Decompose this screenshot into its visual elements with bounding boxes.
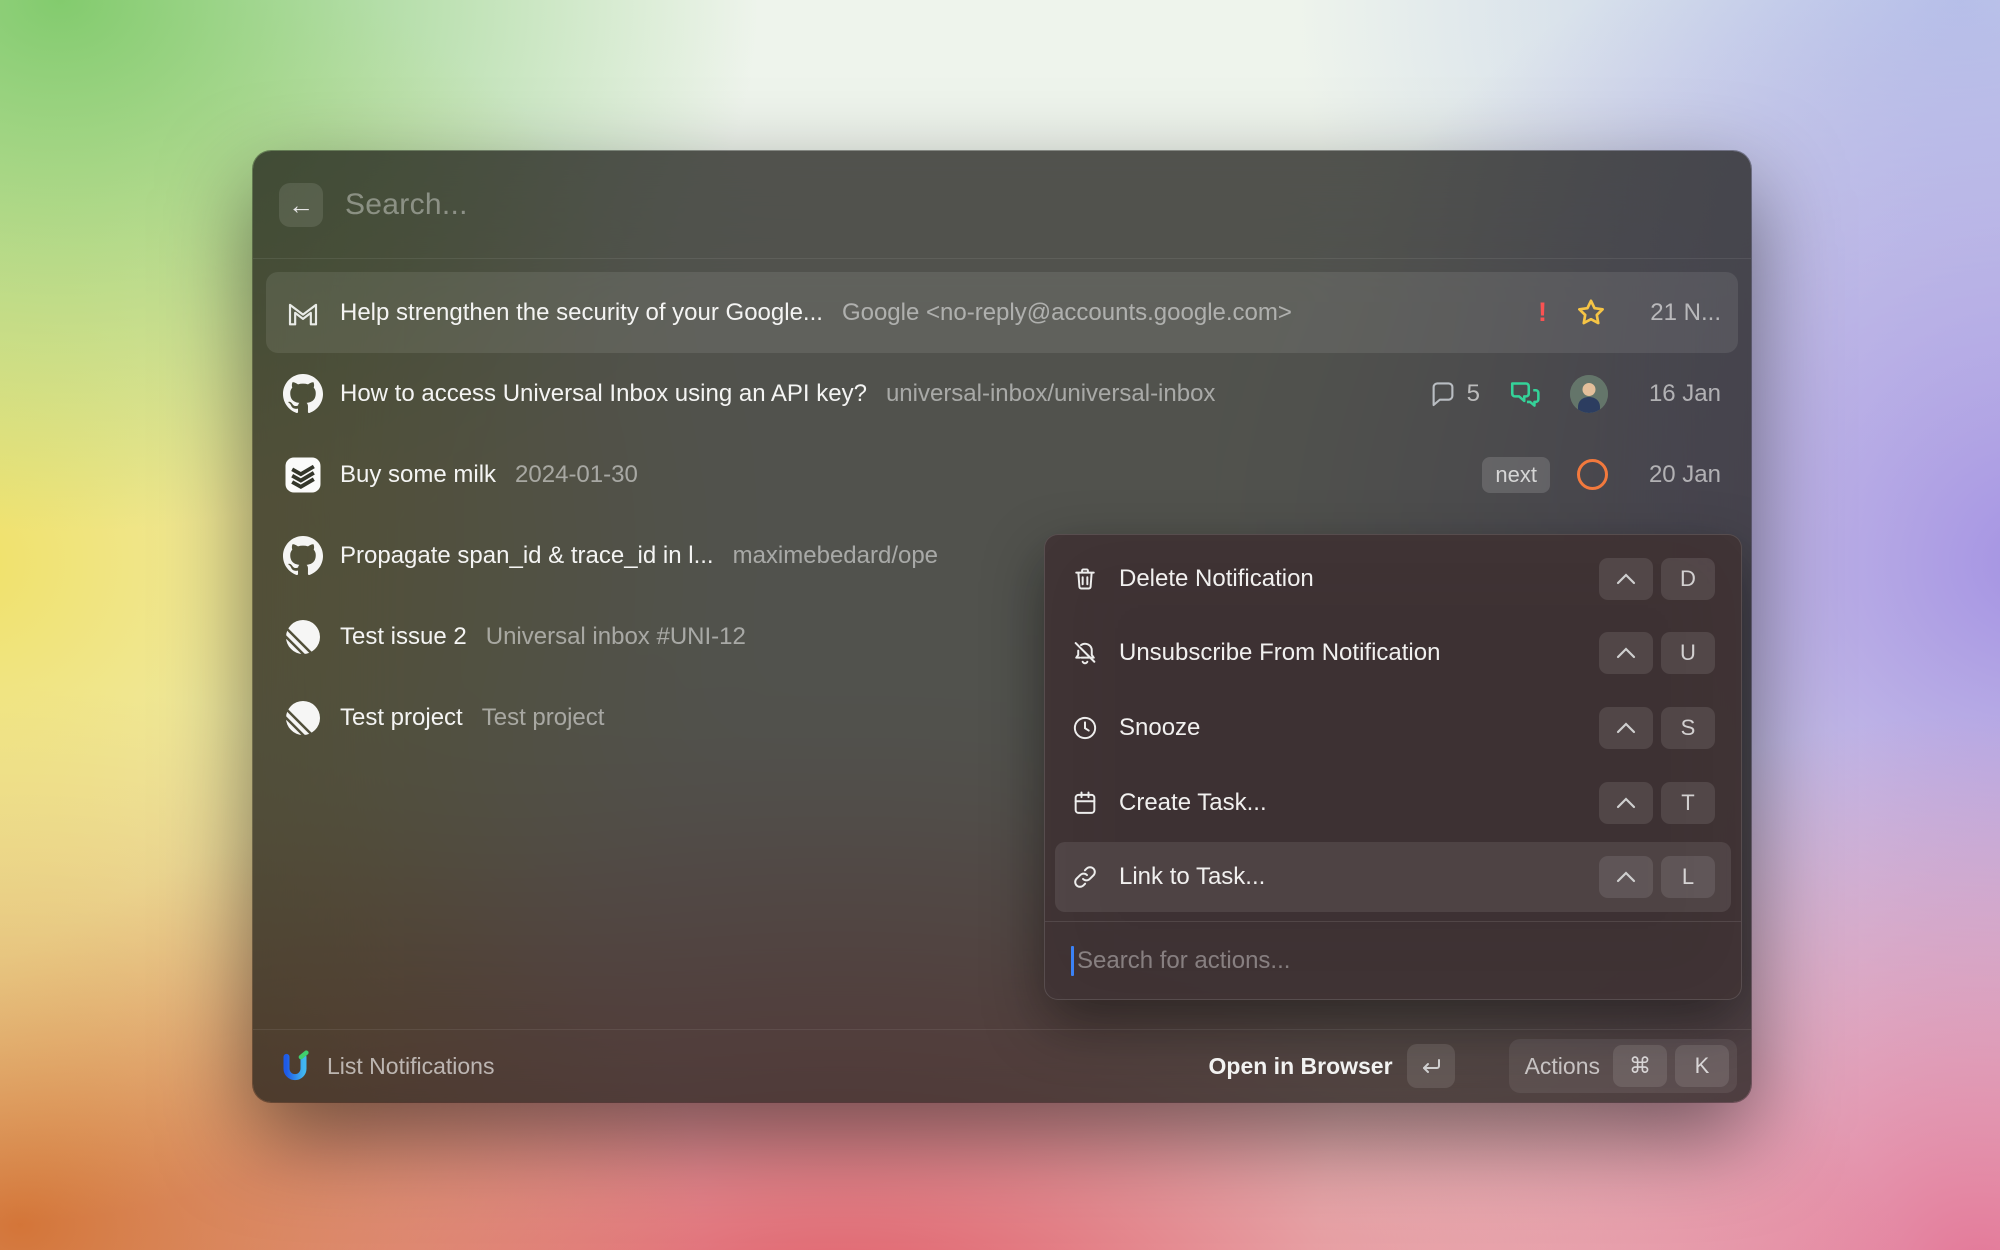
shortcut-key: U [1661,632,1715,674]
row-subtitle: Test project [482,704,605,732]
menu-item-link-to-task[interactable]: Link to Task... L [1055,842,1731,912]
menu-item-label: Unsubscribe From Notification [1119,639,1579,667]
row-date: 20 Jan [1635,461,1721,489]
row-subtitle: Google <no-reply@accounts.google.com> [842,299,1292,327]
todoist-icon [283,455,323,495]
bell-slash-icon [1071,639,1099,667]
todoist-status-icon [1577,459,1608,490]
row-title: Buy some milk [340,461,496,489]
row-title: How to access Universal Inbox using an A… [340,380,867,408]
search-header: ← Search... [253,151,1751,259]
github-icon [283,374,323,414]
menu-item-snooze[interactable]: Snooze S [1055,693,1731,763]
comment-icon [1428,379,1458,409]
link-icon [1071,863,1099,891]
back-arrow-icon: ← [288,192,314,218]
ctrl-key-icon [1599,856,1653,898]
menu-item-delete-notification[interactable]: Delete Notification D [1055,544,1731,614]
github-icon [283,536,323,576]
calendar-icon [1071,789,1099,817]
row-subtitle: maximebedard/ope [733,542,938,570]
menu-item-create-task[interactable]: Create Task... T [1055,768,1731,838]
comment-count: 5 [1467,380,1480,408]
launcher-window: ← Search... Help strengthen the security… [253,151,1751,1102]
linear-icon [283,617,323,657]
menu-item-label: Snooze [1119,714,1579,742]
desktop-background: { "search": { "placeholder": "Search..."… [0,0,2000,1250]
ctrl-key-icon [1599,782,1653,824]
menu-item-label: Link to Task... [1119,863,1579,891]
ctrl-key-icon [1599,707,1653,749]
text-cursor [1071,946,1074,976]
row-title: Test issue 2 [340,623,467,651]
ctrl-key-icon [1599,558,1653,600]
ctrl-key-icon [1599,632,1653,674]
k-key: K [1675,1045,1729,1087]
row-date: 16 Jan [1635,380,1721,408]
command-key: ⌘ [1613,1045,1667,1087]
discussion-icon [1507,376,1543,412]
row-title: Help strengthen the security of your Goo… [340,299,823,327]
row-subtitle: Universal inbox #UNI-12 [486,623,746,651]
actions-search-input[interactable]: Search for actions... [1045,921,1741,999]
linear-icon [283,698,323,738]
actions-popup: Delete Notification D Unsubscribe From N… [1044,534,1742,1000]
menu-item-unsubscribe[interactable]: Unsubscribe From Notification U [1055,618,1731,688]
back-button[interactable]: ← [279,183,323,227]
trash-icon [1071,565,1099,593]
row-date: 21 N... [1635,299,1721,327]
shortcut-key: T [1661,782,1715,824]
row-title: Propagate span_id & trace_id in l... [340,542,714,570]
return-key-icon [1407,1044,1455,1088]
row-subtitle: universal-inbox/universal-inbox [886,380,1216,408]
avatar [1570,375,1608,413]
search-input[interactable]: Search... [345,188,1725,222]
star-icon [1574,296,1608,330]
tag-badge: next [1482,457,1550,493]
clock-icon [1071,714,1099,742]
primary-action-label[interactable]: Open in Browser [1209,1053,1393,1080]
actions-button[interactable]: Actions ⌘ K [1509,1039,1737,1093]
actions-search-placeholder: Search for actions... [1077,947,1290,975]
shortcut-key: S [1661,707,1715,749]
row-subtitle: 2024-01-30 [515,461,638,489]
notification-row-gmail[interactable]: Help strengthen the security of your Goo… [266,272,1738,353]
gmail-icon [283,293,323,333]
actions-label: Actions [1525,1053,1600,1080]
menu-item-label: Delete Notification [1119,565,1579,593]
important-icon: ! [1538,297,1547,328]
universal-inbox-logo-icon [279,1049,311,1083]
notification-row-todoist[interactable]: Buy some milk 2024-01-30 next 20 Jan [266,434,1738,515]
row-title: Test project [340,704,463,732]
notification-row-github[interactable]: How to access Universal Inbox using an A… [266,353,1738,434]
shortcut-key: D [1661,558,1715,600]
menu-item-label: Create Task... [1119,789,1579,817]
shortcut-key: L [1661,856,1715,898]
status-bar: List Notifications Open in Browser Actio… [253,1029,1751,1102]
command-title: List Notifications [327,1053,494,1080]
